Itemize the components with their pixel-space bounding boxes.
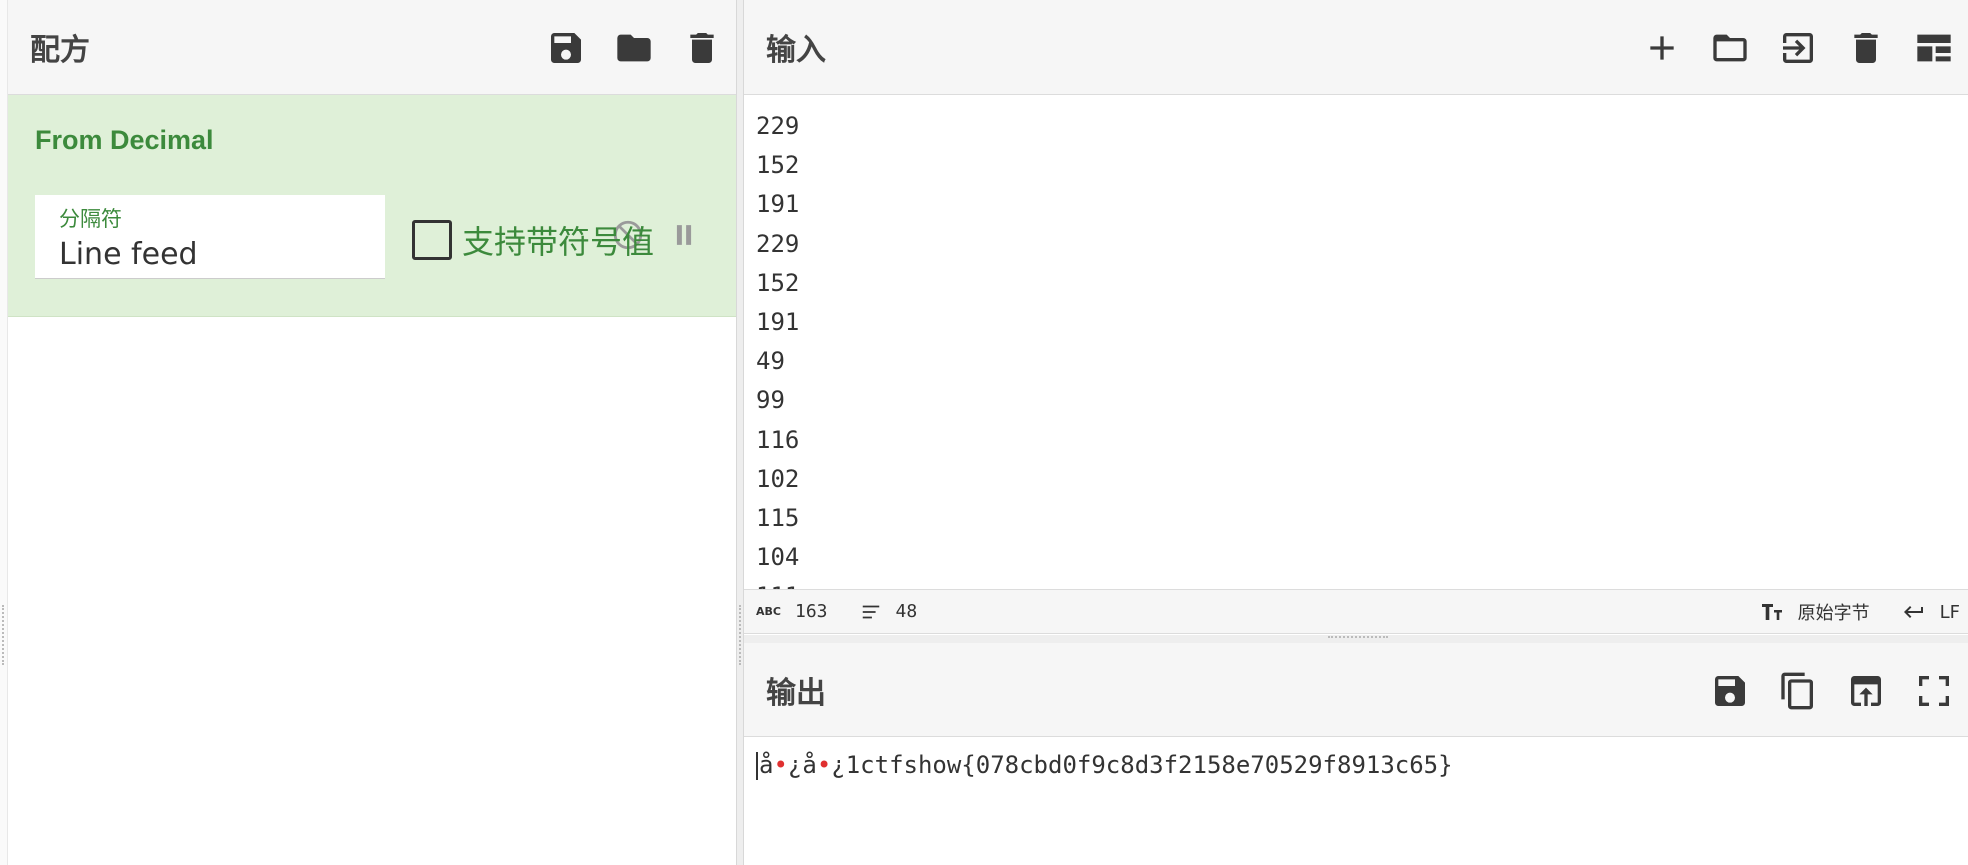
input-line: 116: [756, 425, 800, 454]
return-icon: [1903, 606, 1923, 618]
left-resize-handle[interactable]: [2, 605, 5, 665]
output-panel: 输出 å•¿å•¿1ctfshow{078cbd0f9c8d3f2158e705…: [744, 643, 1968, 865]
encoding-selector[interactable]: 原始字节: [1758, 599, 1870, 625]
copy-icon: [1781, 672, 1813, 709]
recipe-panel: 配方 From Decimal 分隔符 Line feed 支持带符号值: [8, 0, 736, 865]
char-count: ABC 163: [756, 601, 828, 622]
add-tab-button[interactable]: [1628, 18, 1696, 78]
delimiter-field[interactable]: 分隔符 Line feed: [35, 195, 385, 279]
char-count-value: 163: [794, 601, 828, 622]
io-divider[interactable]: [744, 635, 1968, 643]
abc-icon: ABC: [756, 605, 781, 618]
output-segment: å: [759, 751, 774, 779]
input-line: 104: [756, 543, 800, 572]
clear-recipe-button[interactable]: [668, 18, 736, 78]
output-segment: ¿å: [787, 751, 817, 779]
input-status-bar: ABC 163 48 原始字节 LF: [744, 590, 1968, 634]
trash-icon: [690, 32, 714, 63]
invalid-char-marker: •: [773, 751, 788, 779]
input-title: 输入: [766, 33, 826, 68]
import-icon: [1783, 32, 1813, 63]
column-divider[interactable]: [736, 0, 744, 865]
text-size-icon: [1761, 604, 1782, 620]
save-output-button[interactable]: [1696, 661, 1764, 721]
folder-outline-icon: [1713, 34, 1747, 61]
invalid-char-marker: •: [816, 751, 832, 779]
pause-operation-button[interactable]: [664, 215, 704, 255]
layout-icon: [1917, 34, 1951, 61]
open-file-button[interactable]: [1696, 18, 1764, 78]
folder-icon: [617, 34, 651, 61]
save-recipe-button[interactable]: [532, 18, 600, 78]
reset-layout-button[interactable]: [1900, 18, 1968, 78]
io-resize-handle[interactable]: [1328, 636, 1388, 639]
input-header: 输入: [744, 0, 1968, 95]
input-line: 191: [756, 190, 800, 219]
input-line: 111: [756, 577, 1956, 589]
input-line: 102: [756, 464, 800, 493]
operation-title: From Decimal: [35, 125, 214, 155]
output-toolbar: [1696, 643, 1968, 738]
eol-value: LF: [1939, 601, 1960, 623]
input-line: 99: [756, 386, 785, 415]
fullscreen-icon: [1919, 675, 1949, 706]
plus-icon: [1650, 35, 1674, 60]
operation-from-decimal[interactable]: From Decimal 分隔符 Line feed 支持带符号值: [8, 95, 736, 317]
recipe-title: 配方: [30, 33, 90, 68]
eol-selector[interactable]: LF: [1900, 600, 1960, 624]
maximise-output-button[interactable]: [1900, 661, 1968, 721]
recipe-header: 配方: [8, 0, 736, 95]
output-title: 输出: [766, 675, 826, 711]
column-resize-handle[interactable]: [739, 605, 742, 665]
input-textarea[interactable]: 229 152 191 229 152 191 49 99 116 102 115 104 111: [744, 95, 1968, 590]
replace-input-icon: [1851, 675, 1881, 706]
lines-icon: [862, 605, 879, 618]
clear-input-button[interactable]: [1832, 18, 1900, 78]
signed-values-label: 支持带符号值: [462, 223, 655, 261]
input-line: 229: [756, 229, 800, 258]
pause-icon: [676, 225, 692, 245]
status-right: 原始字节 LF: [1728, 590, 1960, 634]
output-header: 输出: [744, 643, 1968, 737]
signed-values-option[interactable]: 支持带符号值: [412, 217, 654, 263]
encoding-value: 原始字节: [1797, 603, 1870, 624]
load-recipe-button[interactable]: [600, 18, 668, 78]
left-gutter: [0, 0, 8, 865]
input-toolbar: [1628, 0, 1968, 95]
output-text[interactable]: å•¿å•¿1ctfshow{078cbd0f9c8d3f2158e70529f…: [744, 737, 1968, 794]
replace-input-button[interactable]: [1832, 661, 1900, 721]
save-icon: [551, 32, 581, 63]
input-line: 152: [756, 151, 800, 180]
line-count: 48: [858, 601, 918, 623]
recipe-toolbar: [532, 0, 736, 95]
input-panel: 输入 229 152 191 229 152 191 49 99 116 102 115 104 111…: [744, 0, 1968, 635]
signed-values-checkbox[interactable]: [412, 220, 452, 260]
line-count-value: 48: [895, 601, 918, 622]
input-line: 49: [756, 347, 785, 376]
delimiter-select[interactable]: Line feed: [59, 237, 361, 272]
text-cursor: [756, 752, 758, 780]
output-segment: ¿1ctfshow{078cbd0f9c8d3f2158e70529f8913c…: [831, 751, 1453, 779]
input-line: 152: [756, 268, 800, 297]
save-icon: [1715, 675, 1745, 706]
input-line: 191: [756, 308, 800, 337]
input-line: 115: [756, 504, 800, 533]
trash-icon: [1854, 32, 1878, 63]
input-line: 229: [756, 112, 800, 140]
open-folder-button[interactable]: [1764, 18, 1832, 78]
delimiter-label: 分隔符: [59, 207, 122, 231]
copy-output-button[interactable]: [1764, 661, 1832, 721]
